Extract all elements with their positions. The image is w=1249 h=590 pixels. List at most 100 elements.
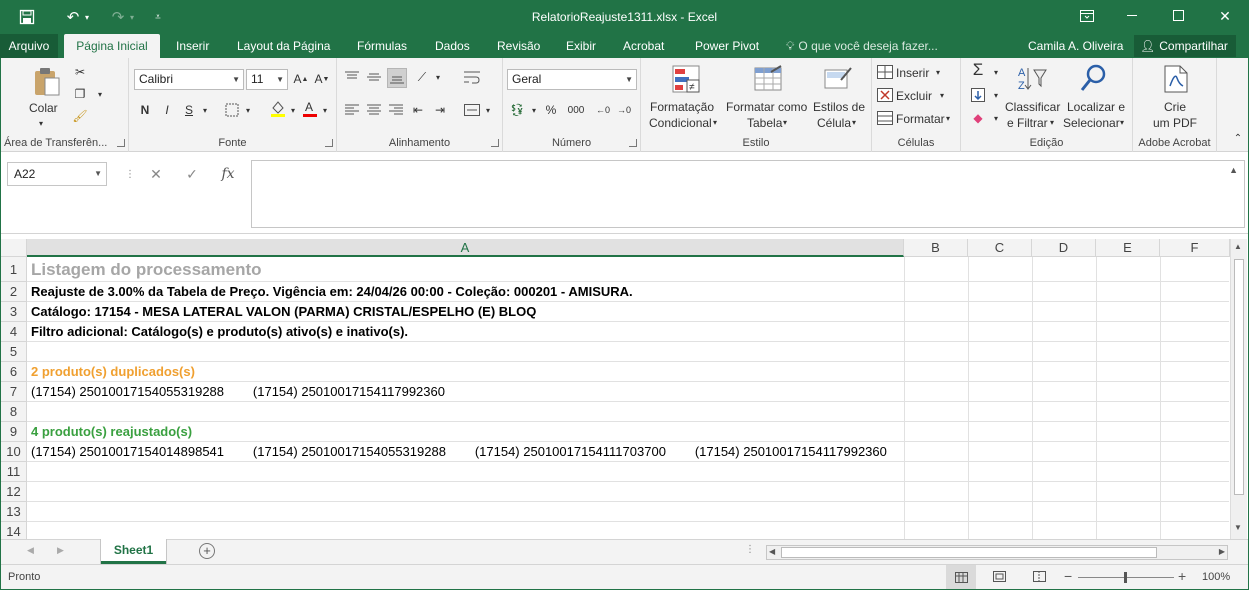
collapse-ribbon-icon[interactable]: ⌃ (1229, 130, 1247, 146)
chevron-down-icon[interactable]: ▾ (987, 87, 1005, 103)
tab-power-pivot[interactable]: Power Pivot (689, 34, 765, 58)
tab-insert[interactable]: Inserir (170, 34, 215, 58)
cut-icon[interactable]: ✂ (71, 64, 89, 80)
chevron-down-icon[interactable]: ▾ (316, 102, 334, 118)
align-bottom-icon[interactable] (387, 68, 407, 88)
format-cells-icon[interactable] (876, 110, 894, 126)
format-cells-label[interactable]: Formatar (896, 111, 945, 127)
ribbon-display-icon[interactable] (1064, 0, 1110, 32)
row-header[interactable]: 8 (1, 402, 27, 422)
paste-label[interactable]: Colar (29, 100, 58, 116)
share-button[interactable]: 👤︎ Compartilhar (1134, 35, 1236, 57)
number-format-select[interactable]: Geral ▼ (507, 69, 637, 90)
row-header[interactable]: 14 (1, 522, 27, 539)
sort-filter-icon[interactable]: AZ (1016, 64, 1048, 97)
font-launcher-icon[interactable] (325, 139, 333, 147)
tab-data[interactable]: Dados (429, 34, 476, 58)
worksheet-grid[interactable]: A B C D E F 1 Listagem do processamento … (1, 234, 1248, 539)
scroll-right-icon[interactable]: ▶ (1219, 547, 1225, 556)
column-header-f[interactable]: F (1160, 239, 1230, 257)
scroll-left-icon[interactable]: ◀ (769, 547, 775, 556)
table-row[interactable] (27, 342, 1229, 362)
decrease-indent-icon[interactable]: ⇤ (409, 102, 427, 118)
comma-style-button[interactable]: 000 (564, 102, 588, 118)
copy-dropdown-icon[interactable]: ▾ (91, 86, 109, 102)
table-row[interactable]: Filtro adicional: Catálogo(s) e produto(… (27, 322, 1229, 342)
scroll-thumb[interactable] (1234, 259, 1244, 495)
scroll-thumb[interactable] (781, 547, 1157, 558)
row-header[interactable]: 10 (1, 442, 27, 462)
chevron-down-icon[interactable]: ▾ (987, 64, 1005, 80)
create-pdf-icon[interactable] (1163, 64, 1189, 97)
scroll-down-icon[interactable]: ▼ (1234, 523, 1242, 532)
zoom-slider[interactable] (1078, 572, 1174, 583)
chevron-down-icon[interactable]: ▾ (429, 69, 447, 85)
table-row[interactable]: Reajuste de 3.00% da Tabela de Preço. Vi… (27, 282, 1229, 302)
more-options-icon[interactable]: ⋮ (745, 544, 755, 555)
tell-me-box[interactable]: 💡︎ O que você deseja fazer... (786, 34, 938, 58)
table-row[interactable] (27, 462, 1229, 482)
zoom-in-icon[interactable]: + (1178, 568, 1186, 584)
chevron-down-icon[interactable]: ▾ (525, 102, 543, 118)
name-box[interactable]: A22 ▼ (7, 162, 107, 186)
horizontal-scrollbar[interactable]: ◀ ▶ (766, 545, 1228, 560)
cell-styles-label2[interactable]: Célula (817, 115, 851, 131)
collapse-formula-icon[interactable]: ▲ (1229, 165, 1238, 175)
delete-cells-icon[interactable] (876, 87, 894, 103)
add-sheet-icon[interactable]: + (199, 543, 215, 559)
table-row[interactable]: Catálogo: 17154 - MESA LATERAL VALON (PA… (27, 302, 1229, 322)
zoom-level[interactable]: 100% (1202, 571, 1230, 583)
tab-acrobat[interactable]: Acrobat (617, 34, 670, 58)
chevron-down-icon[interactable]: ▾ (852, 115, 856, 131)
column-header-c[interactable]: C (968, 239, 1032, 257)
table-row[interactable] (27, 522, 1229, 539)
chevron-down-icon[interactable]: ▾ (946, 111, 950, 127)
table-row[interactable]: (17154) 25010017154014898541 (17154) 250… (27, 442, 1229, 462)
format-as-table-label1[interactable]: Formatar como (726, 99, 807, 115)
format-as-table-label2[interactable]: Tabela (747, 115, 782, 131)
table-row[interactable] (27, 402, 1229, 422)
row-header[interactable]: 9 (1, 422, 27, 442)
find-select-label1[interactable]: Localizar e (1067, 99, 1125, 115)
tab-view[interactable]: Exibir (560, 34, 602, 58)
row-header[interactable]: 1 (1, 257, 27, 282)
minimize-icon[interactable] (1110, 0, 1156, 32)
decrease-decimal-icon[interactable]: →0 (615, 102, 633, 118)
table-row[interactable] (27, 482, 1229, 502)
sort-filter-label1[interactable]: Classificar (1005, 99, 1060, 115)
clear-icon[interactable]: ◆ (969, 110, 987, 126)
chevron-down-icon[interactable]: ▾ (196, 102, 214, 118)
conditional-formatting-label1[interactable]: Formatação (650, 99, 714, 115)
vertical-scrollbar[interactable]: ▲ ▼ (1230, 239, 1247, 539)
accounting-format-icon[interactable]: 💱︎ (508, 102, 526, 118)
cell-styles-icon[interactable] (823, 64, 853, 97)
sheet-tab[interactable]: Sheet1 (101, 539, 166, 564)
tab-review[interactable]: Revisão (491, 34, 546, 58)
page-layout-view-icon[interactable] (993, 571, 1006, 585)
paste-icon[interactable] (31, 66, 63, 98)
chevron-down-icon[interactable]: ▾ (1120, 115, 1124, 131)
conditional-formatting-label2[interactable]: Condicional (649, 115, 712, 131)
find-select-label2[interactable]: Selecionar (1063, 115, 1120, 131)
column-header-d[interactable]: D (1032, 239, 1096, 257)
row-header[interactable]: 2 (1, 282, 27, 302)
paste-dropdown-icon[interactable]: ▾ (39, 116, 43, 132)
table-row[interactable]: 2 produto(s) duplicados(s) (27, 362, 1229, 382)
autosum-icon[interactable]: Σ (969, 60, 987, 79)
enter-icon[interactable]: ✓ (181, 163, 203, 185)
fill-icon[interactable] (969, 87, 987, 103)
chevron-down-icon[interactable]: ▾ (239, 102, 257, 118)
tab-file[interactable]: Arquivo (0, 34, 58, 58)
normal-view-icon[interactable] (946, 565, 976, 589)
chevron-down-icon[interactable]: ▾ (284, 102, 302, 118)
row-header[interactable]: 6 (1, 362, 27, 382)
bold-button[interactable]: N (136, 102, 154, 118)
cancel-icon[interactable]: ✕ (145, 163, 167, 185)
create-pdf-label2[interactable]: um PDF (1153, 115, 1197, 131)
align-middle-icon[interactable] (365, 69, 383, 85)
alignment-launcher-icon[interactable] (491, 139, 499, 147)
align-left-icon[interactable] (343, 102, 361, 118)
clipboard-launcher-icon[interactable] (117, 139, 125, 147)
chevron-down-icon[interactable]: ▾ (783, 115, 787, 131)
chevron-down-icon[interactable]: ▾ (936, 65, 940, 81)
